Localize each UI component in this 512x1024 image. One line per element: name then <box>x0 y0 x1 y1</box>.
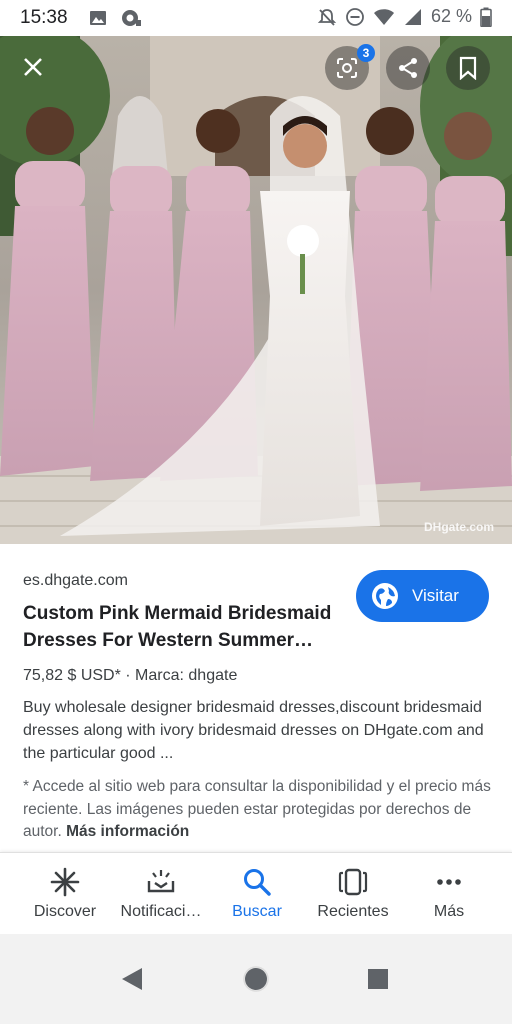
gallery-icon <box>90 11 106 25</box>
bottom-navigation: Discover Notificaci… Buscar Recientes Má… <box>0 852 512 935</box>
nav-recents-label: Recientes <box>317 903 389 920</box>
system-navigation-bar <box>0 934 512 1024</box>
camera-notification-icon <box>122 10 141 26</box>
back-icon[interactable] <box>120 967 144 991</box>
copyright-note: * Accede al sitio web para consultar la … <box>23 776 493 844</box>
more-icon <box>437 879 461 885</box>
image-watermark: DHgate.com <box>423 520 494 534</box>
nav-more[interactable]: Más <box>401 853 497 935</box>
nav-discover-label: Discover <box>33 903 97 920</box>
result-description: Buy wholesale designer bridesmaid dresse… <box>23 699 484 762</box>
mute-icon <box>317 8 337 26</box>
recents-icon <box>338 868 368 896</box>
more-info-link[interactable]: Más información <box>66 823 189 840</box>
globe-icon <box>372 583 398 609</box>
battery-icon <box>480 7 492 27</box>
close-icon <box>24 58 42 76</box>
status-bar: 15:38 62 % <box>0 0 512 36</box>
nav-notifications[interactable]: Notificaci… <box>113 853 209 935</box>
price-brand-line: 75,82 $ USD* · Marca: dhgate <box>23 667 238 684</box>
nav-search-label: Buscar <box>232 903 282 920</box>
status-time: 15:38 <box>20 7 68 28</box>
do-not-disturb-icon <box>346 7 364 26</box>
close-button[interactable] <box>11 45 55 89</box>
home-icon[interactable] <box>243 966 269 992</box>
nav-notifications-label: Notificaci… <box>120 903 202 920</box>
share-button[interactable] <box>386 46 430 90</box>
asterisk-icon <box>50 867 80 897</box>
notifications-icon <box>147 870 175 893</box>
nav-recents[interactable]: Recientes <box>305 853 401 935</box>
signal-icon <box>404 8 421 25</box>
nav-more-label: Más <box>433 903 465 920</box>
lens-button[interactable]: 3 <box>325 44 375 90</box>
share-icon <box>399 58 417 78</box>
bridesmaids-photo <box>0 36 512 544</box>
result-title[interactable]: Custom Pink Mermaid Bridesmaid Dresses F… <box>23 600 353 654</box>
save-button[interactable] <box>446 46 490 90</box>
bookmark-icon <box>459 56 477 80</box>
result-domain[interactable]: es.dhgate.com <box>23 572 128 590</box>
battery-percent: 62 % <box>430 6 472 26</box>
result-card: es.dhgate.com Custom Pink Mermaid Brides… <box>0 548 512 852</box>
visit-button[interactable]: Visitar <box>356 570 489 622</box>
lens-icon <box>337 58 357 78</box>
nav-discover[interactable]: Discover <box>17 853 113 935</box>
overview-icon[interactable] <box>367 968 389 990</box>
visit-label: Visitar <box>412 586 459 605</box>
product-image[interactable]: 3 DHgate.com <box>0 36 512 544</box>
wifi-icon <box>373 8 394 25</box>
search-icon <box>244 869 271 896</box>
nav-search[interactable]: Buscar <box>209 853 305 935</box>
lens-badge: 3 <box>357 44 375 62</box>
